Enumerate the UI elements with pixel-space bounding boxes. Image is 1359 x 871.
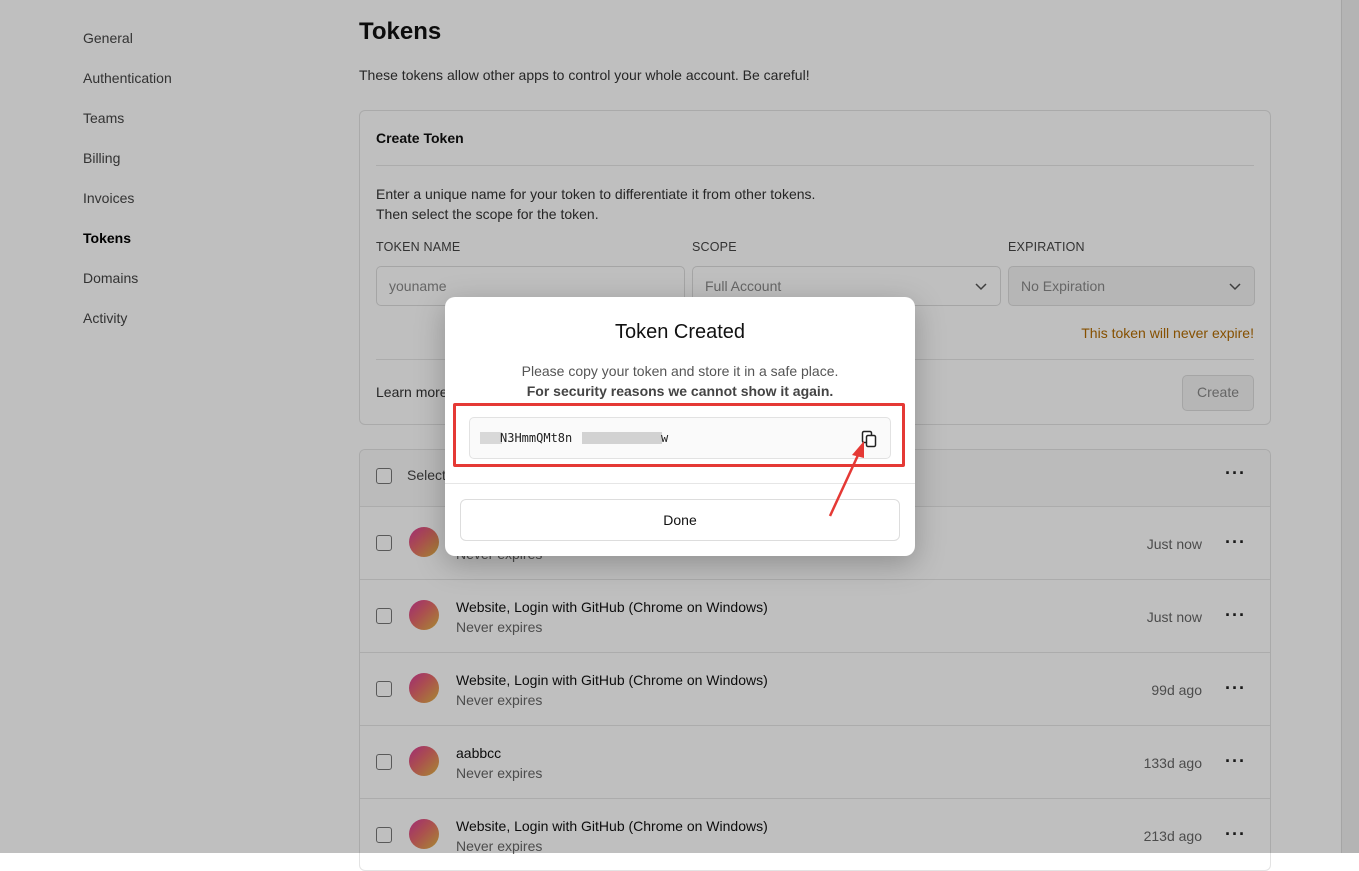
token-created-dialog: Token Created Please copy your token and… <box>445 297 915 556</box>
annotation-highlight-box <box>453 403 905 467</box>
dialog-warning: For security reasons we cannot show it a… <box>526 383 834 399</box>
dialog-title: Token Created <box>614 321 746 343</box>
divider <box>445 483 915 484</box>
dialog-message: Please copy your token and store it in a… <box>521 363 839 379</box>
done-button[interactable]: Done <box>460 499 900 541</box>
